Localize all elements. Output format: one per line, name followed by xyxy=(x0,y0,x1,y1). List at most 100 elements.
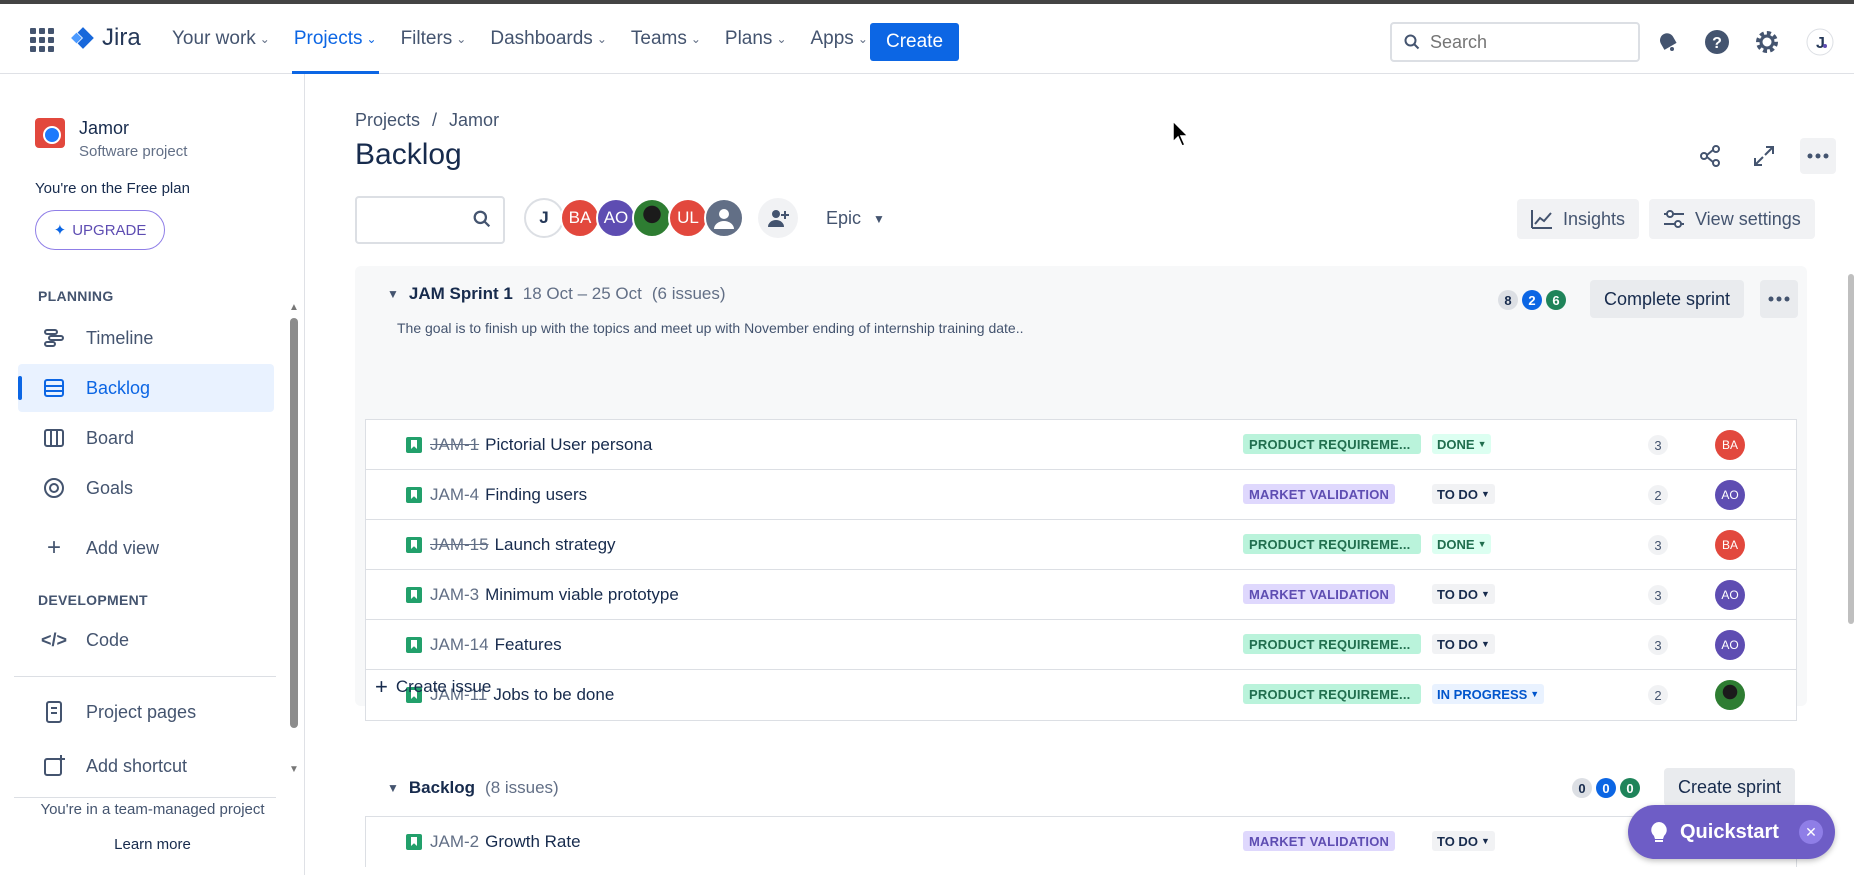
epic-lozenge[interactable]: PRODUCT REQUIREME... xyxy=(1243,434,1421,454)
issue-row[interactable]: MARKET VALIDATION TO DO ▼ JAM-2 Growth Rate xyxy=(366,817,1796,867)
nav-apps[interactable]: Apps ⌄ xyxy=(811,4,868,74)
story-points-badge[interactable]: 3 xyxy=(1648,535,1668,555)
avatar-ul[interactable]: UL xyxy=(668,198,708,238)
notifications-icon[interactable] xyxy=(1654,28,1682,56)
issue-key[interactable]: JAM-2 xyxy=(430,832,479,851)
avatar-unassigned[interactable] xyxy=(704,198,744,238)
status-dropdown[interactable]: IN PROGRESS ▼ xyxy=(1432,684,1545,704)
epic-lozenge[interactable]: MARKET VALIDATION xyxy=(1243,584,1396,604)
issue-row[interactable]: PRODUCT REQUIREME... DONE ▼ 3 BA JAM-1 Pictori… xyxy=(366,420,1796,470)
story-points-badge[interactable]: 3 xyxy=(1648,635,1668,655)
status-dropdown[interactable]: DONE ▼ xyxy=(1432,434,1492,454)
issue-summary[interactable]: Minimum viable prototype xyxy=(485,585,679,605)
issue-key[interactable]: JAM-1 xyxy=(430,435,479,454)
nav-filters[interactable]: Filters ⌄ xyxy=(401,4,467,74)
story-points-badge[interactable]: 3 xyxy=(1648,435,1668,455)
status-dropdown[interactable]: TO DO ▼ xyxy=(1432,584,1495,604)
create-sprint-button[interactable]: Create sprint xyxy=(1664,768,1796,806)
close-icon[interactable]: ✕ xyxy=(1799,820,1823,844)
assignee-avatar[interactable] xyxy=(1715,680,1745,710)
assignee-avatar[interactable]: AO xyxy=(1715,480,1745,510)
issue-summary[interactable]: Launch strategy xyxy=(495,535,616,555)
nav-plans[interactable]: Plans ⌄ xyxy=(725,4,787,74)
view-settings-button[interactable]: View settings xyxy=(1649,199,1815,239)
sidebar-item-timeline[interactable]: Timeline xyxy=(18,314,274,362)
assignee-avatar[interactable]: BA xyxy=(1715,430,1745,460)
app-switcher-icon[interactable] xyxy=(30,28,54,52)
epic-lozenge[interactable]: MARKET VALIDATION xyxy=(1243,831,1396,851)
jira-logo[interactable]: Jira xyxy=(70,24,141,52)
epic-lozenge[interactable]: MARKET VALIDATION xyxy=(1243,484,1396,504)
epic-lozenge[interactable]: PRODUCT REQUIREME... xyxy=(1243,634,1421,654)
sidebar-item-backlog[interactable]: Backlog xyxy=(18,364,274,412)
sidebar-item-goals[interactable]: Goals xyxy=(18,464,274,512)
breadcrumb-jamor[interactable]: Jamor xyxy=(449,110,499,131)
sidebar-item-project-pages[interactable]: Project pages xyxy=(18,688,274,736)
issue-summary[interactable]: Pictorial User persona xyxy=(485,435,652,455)
avatar-ba[interactable]: BA xyxy=(560,198,600,238)
share-icon[interactable] xyxy=(1692,138,1728,174)
scroll-down-icon[interactable]: ▼ xyxy=(289,764,299,775)
status-dropdown[interactable]: TO DO ▼ xyxy=(1432,634,1495,654)
assignee-avatar[interactable]: BA xyxy=(1715,530,1745,560)
issue-summary[interactable]: Features xyxy=(495,635,562,655)
upgrade-button[interactable]: ✦ UPGRADE xyxy=(35,210,165,250)
sidebar-item-add-shortcut[interactable]: Add shortcut xyxy=(18,742,274,790)
avatar-j[interactable]: J xyxy=(524,198,564,238)
scrollbar-thumb[interactable] xyxy=(290,318,298,728)
issue-row[interactable]: MARKET VALIDATION TO DO ▼ 2 AO JAM-4 Finding u… xyxy=(366,470,1796,520)
add-view-button[interactable]: + Add view xyxy=(18,524,274,572)
avatar-photo[interactable] xyxy=(632,198,672,238)
sidebar-item-board[interactable]: Board xyxy=(18,414,274,462)
sidebar-item-code[interactable]: </> Code xyxy=(18,616,274,664)
issue-key[interactable]: JAM-14 xyxy=(430,635,489,654)
nav-projects[interactable]: Projects ⌄ xyxy=(291,4,379,74)
add-people-button[interactable] xyxy=(758,198,798,238)
chevron-down-icon[interactable]: ▼ xyxy=(387,781,399,795)
issue-row[interactable]: PRODUCT REQUIREME... DONE ▼ 3 BA JAM-15 Launch… xyxy=(366,520,1796,570)
backlog-search-input[interactable] xyxy=(355,196,505,244)
sidebar-scrollbar[interactable]: ▲ ▼ xyxy=(289,302,299,792)
learn-more-link[interactable]: Learn more xyxy=(0,836,305,853)
status-dropdown[interactable]: DONE ▼ xyxy=(1432,534,1492,554)
breadcrumb-projects[interactable]: Projects xyxy=(355,110,420,131)
story-points-badge[interactable]: 2 xyxy=(1648,685,1668,705)
search-input[interactable] xyxy=(1430,31,1610,53)
assignee-avatar[interactable]: AO xyxy=(1715,580,1745,610)
status-dropdown[interactable]: TO DO ▼ xyxy=(1432,831,1495,851)
global-search[interactable] xyxy=(1390,22,1640,62)
story-points-badge[interactable]: 2 xyxy=(1648,485,1668,505)
issue-row[interactable]: PRODUCT REQUIREME... TO DO ▼ 3 AO JAM-14 Featu… xyxy=(366,620,1796,670)
issue-key[interactable]: JAM-15 xyxy=(430,535,489,554)
quickstart-button[interactable]: Quickstart ✕ xyxy=(1628,805,1835,859)
scroll-up-icon[interactable]: ▲ xyxy=(289,302,299,313)
issue-row[interactable]: MARKET VALIDATION TO DO ▼ 3 AO JAM-3 Minimum v… xyxy=(366,570,1796,620)
story-points-badge[interactable]: 3 xyxy=(1648,585,1668,605)
main-scrollbar[interactable] xyxy=(1848,274,1854,624)
assignee-avatar[interactable]: AO xyxy=(1715,630,1745,660)
epic-dropdown[interactable]: Epic ▼ xyxy=(826,208,885,229)
settings-icon[interactable] xyxy=(1753,28,1781,56)
issue-key[interactable]: JAM-4 xyxy=(430,485,479,504)
create-button[interactable]: Create xyxy=(870,23,960,61)
issue-summary[interactable]: Growth Rate xyxy=(485,832,580,852)
avatar-ao[interactable]: AO xyxy=(596,198,636,238)
issue-summary[interactable]: Jobs to be done xyxy=(493,685,614,705)
complete-sprint-button[interactable]: Complete sprint xyxy=(1590,280,1745,318)
issue-summary[interactable]: Finding users xyxy=(485,485,587,505)
sprint-header[interactable]: ▼ JAM Sprint 1 18 Oct – 25 Oct (6 issues… xyxy=(387,284,726,304)
epic-lozenge[interactable]: PRODUCT REQUIREME... xyxy=(1243,534,1421,554)
issue-row[interactable]: PRODUCT REQUIREME... IN PROGRESS ▼ 2 JAM-11 J… xyxy=(366,670,1796,720)
fullscreen-icon[interactable] xyxy=(1746,138,1782,174)
chevron-down-icon[interactable]: ▼ xyxy=(387,287,399,301)
issue-key[interactable]: JAM-3 xyxy=(430,585,479,604)
more-actions-icon[interactable] xyxy=(1800,138,1836,174)
profile-avatar[interactable]: J xyxy=(1806,28,1834,56)
insights-button[interactable]: Insights xyxy=(1517,199,1640,239)
project-header[interactable]: Jamor Software project xyxy=(35,118,187,160)
create-issue-button[interactable]: + Create issue xyxy=(375,674,491,700)
help-icon[interactable]: ? xyxy=(1703,28,1731,56)
backlog-header[interactable]: ▼ Backlog (8 issues) xyxy=(387,778,559,798)
sprint-more-icon[interactable] xyxy=(1760,280,1798,318)
epic-lozenge[interactable]: PRODUCT REQUIREME... xyxy=(1243,684,1421,704)
